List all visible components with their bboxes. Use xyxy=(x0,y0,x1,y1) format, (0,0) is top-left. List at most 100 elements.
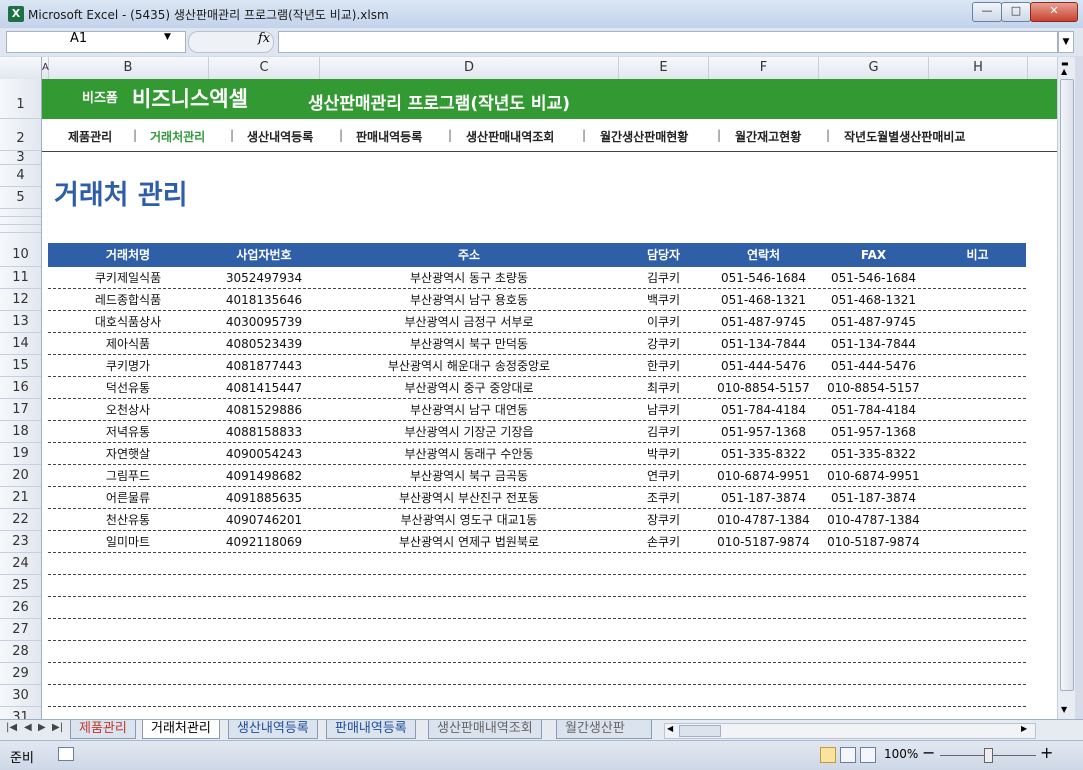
table-cell[interactable] xyxy=(929,399,1026,421)
row-header[interactable]: 3 xyxy=(0,151,41,165)
zoom-slider-thumb[interactable] xyxy=(984,748,993,763)
table-cell[interactable]: 부산광역시 북구 만덕동 xyxy=(320,333,618,355)
row-header[interactable]: 16 xyxy=(0,377,41,399)
name-box[interactable] xyxy=(6,31,186,53)
table-cell[interactable]: 부산광역시 기장군 기장읍 xyxy=(320,421,618,443)
menu-item-clients[interactable]: 거래처관리 xyxy=(150,128,205,145)
column-header-h[interactable]: H xyxy=(929,57,1028,79)
table-cell[interactable]: 051-335-8322 xyxy=(819,443,928,465)
table-cell[interactable]: 손쿠키 xyxy=(619,531,708,553)
table-cell[interactable]: 부산광역시 동구 초량동 xyxy=(320,267,618,289)
table-cell[interactable]: 4091498682 xyxy=(209,465,319,487)
table-row[interactable] xyxy=(48,575,1026,597)
row-header[interactable]: 10 xyxy=(0,233,41,267)
table-cell[interactable]: 051-134-7844 xyxy=(709,333,818,355)
table-row[interactable]: 저녁유통 4088158833 부산광역시 기장군 기장읍 김쿠키 051-957-13… xyxy=(48,421,1026,443)
sheet-tab-monthly[interactable]: 월간생산판 xyxy=(556,720,652,739)
table-row[interactable]: 제아식품 4080523439 부산광역시 북구 만덕동 강쿠키 051-134-784… xyxy=(48,333,1026,355)
table-row[interactable]: 자연햇살 4090054243 부산광역시 동래구 수안동 박쿠키 051-335-83… xyxy=(48,443,1026,465)
table-cell[interactable]: 이쿠키 xyxy=(619,311,708,333)
table-cell[interactable]: 010-6874-9951 xyxy=(819,465,928,487)
vertical-scrollbar[interactable]: ▬ ▲ ▼ xyxy=(1057,57,1075,719)
table-cell[interactable]: 부산광역시 남구 용호동 xyxy=(320,289,618,311)
column-header-c[interactable]: C xyxy=(209,57,320,79)
zoom-level[interactable]: 100% xyxy=(884,747,918,761)
table-cell[interactable] xyxy=(929,531,1026,553)
table-cell[interactable]: 4090054243 xyxy=(209,443,319,465)
table-cell[interactable]: 4088158833 xyxy=(209,421,319,443)
table-cell[interactable]: 남쿠키 xyxy=(619,399,708,421)
table-row[interactable]: 오천상사 4081529886 부산광역시 남구 대연동 남쿠키 051-784-418… xyxy=(48,399,1026,421)
table-cell[interactable] xyxy=(929,267,1026,289)
menu-item-monthly-status[interactable]: 월간생산판매현황 xyxy=(600,128,688,145)
table-cell[interactable]: 4092118069 xyxy=(209,531,319,553)
row-header[interactable]: 11 xyxy=(0,267,41,289)
table-cell[interactable]: 그림푸드 xyxy=(48,465,208,487)
table-cell[interactable]: 저녁유통 xyxy=(48,421,208,443)
table-cell[interactable]: 010-6874-9951 xyxy=(709,465,818,487)
table-cell[interactable]: 천산유통 xyxy=(48,509,208,531)
table-cell[interactable]: 강쿠키 xyxy=(619,333,708,355)
table-row[interactable]: 천산유통 4090746201 부산광역시 영도구 대교1동 장쿠키 010-4787-… xyxy=(48,509,1026,531)
horizontal-scrollbar[interactable]: ◀ ▶ xyxy=(664,723,1036,739)
table-cell[interactable]: 최쿠키 xyxy=(619,377,708,399)
scroll-down-icon[interactable]: ▼ xyxy=(1061,705,1067,714)
close-button[interactable]: ✕ xyxy=(1030,2,1078,22)
insert-function-icon[interactable]: fx xyxy=(258,31,270,46)
table-row[interactable]: 어른물류 4091885635 부산광역시 부산진구 전포동 조쿠키 051-187-3… xyxy=(48,487,1026,509)
table-cell[interactable]: 부산광역시 금정구 서부로 xyxy=(320,311,618,333)
table-cell[interactable]: 부산광역시 부산진구 전포동 xyxy=(320,487,618,509)
row-header[interactable]: 5 xyxy=(0,187,41,209)
table-cell[interactable]: 조쿠키 xyxy=(619,487,708,509)
sheet-tab-sales-entry[interactable]: 판매내역등록 xyxy=(326,720,416,739)
row-header[interactable]: 12 xyxy=(0,289,41,311)
sheet-tab-production-entry[interactable]: 생산내역등록 xyxy=(228,720,318,739)
table-cell[interactable]: 4090746201 xyxy=(209,509,319,531)
column-header-d[interactable]: D xyxy=(320,57,619,79)
table-row[interactable]: 레드종합식품 4018135646 부산광역시 남구 용호동 백쿠키 051-468-1… xyxy=(48,289,1026,311)
table-cell[interactable]: 4030095739 xyxy=(209,311,319,333)
table-cell[interactable]: 051-187-3874 xyxy=(819,487,928,509)
select-all-button[interactable] xyxy=(0,57,42,79)
row-header[interactable]: 18 xyxy=(0,421,41,443)
table-cell[interactable] xyxy=(929,443,1026,465)
scroll-left-icon[interactable]: ◀ xyxy=(667,724,673,733)
table-cell[interactable]: 051-784-4184 xyxy=(709,399,818,421)
table-row[interactable] xyxy=(48,641,1026,663)
table-cell[interactable]: 051-444-5476 xyxy=(709,355,818,377)
table-row[interactable] xyxy=(48,685,1026,707)
sheet-tab-clients[interactable]: 거래처관리 xyxy=(142,720,220,739)
table-row[interactable] xyxy=(48,553,1026,575)
table-cell[interactable]: 한쿠키 xyxy=(619,355,708,377)
table-cell[interactable]: 010-4787-1384 xyxy=(709,509,818,531)
row-header[interactable]: 22 xyxy=(0,509,41,531)
scroll-up-icon[interactable]: ▲ xyxy=(1061,67,1067,76)
menu-item-production-entry[interactable]: 생산내역등록 xyxy=(247,128,313,145)
table-cell[interactable]: 부산광역시 북구 금곡동 xyxy=(320,465,618,487)
table-cell[interactable]: 4081529886 xyxy=(209,399,319,421)
row-header[interactable]: 13 xyxy=(0,311,41,333)
column-header-b[interactable]: B xyxy=(48,57,209,79)
macro-record-icon[interactable] xyxy=(58,747,74,761)
row-header[interactable]: 27 xyxy=(0,619,41,641)
worksheet[interactable]: 비즈폼 비즈니스엑셀 생산판매관리 프로그램(작년도 비교) 제품관리 | 거래… xyxy=(42,79,1057,719)
table-cell[interactable]: 쿠키제일식품 xyxy=(48,267,208,289)
table-cell[interactable]: 부산광역시 해운대구 송정중앙로 xyxy=(320,355,618,377)
table-cell[interactable]: 연쿠키 xyxy=(619,465,708,487)
table-cell[interactable]: 부산광역시 동래구 수안동 xyxy=(320,443,618,465)
table-cell[interactable]: 051-957-1368 xyxy=(709,421,818,443)
table-cell[interactable]: 010-5187-9874 xyxy=(709,531,818,553)
horizontal-scroll-thumb[interactable] xyxy=(679,725,721,737)
table-cell[interactable]: 김쿠키 xyxy=(619,267,708,289)
table-row[interactable] xyxy=(48,597,1026,619)
scroll-right-icon[interactable]: ▶ xyxy=(1021,724,1027,733)
minimize-button[interactable]: — xyxy=(972,2,1002,22)
table-cell[interactable]: 051-487-9745 xyxy=(819,311,928,333)
table-cell[interactable]: 4080523439 xyxy=(209,333,319,355)
table-cell[interactable]: 자연햇살 xyxy=(48,443,208,465)
table-cell[interactable]: 박쿠키 xyxy=(619,443,708,465)
table-cell[interactable]: 3052497934 xyxy=(209,267,319,289)
row-header[interactable]: 14 xyxy=(0,333,41,355)
table-cell[interactable] xyxy=(929,355,1026,377)
table-cell[interactable] xyxy=(929,487,1026,509)
